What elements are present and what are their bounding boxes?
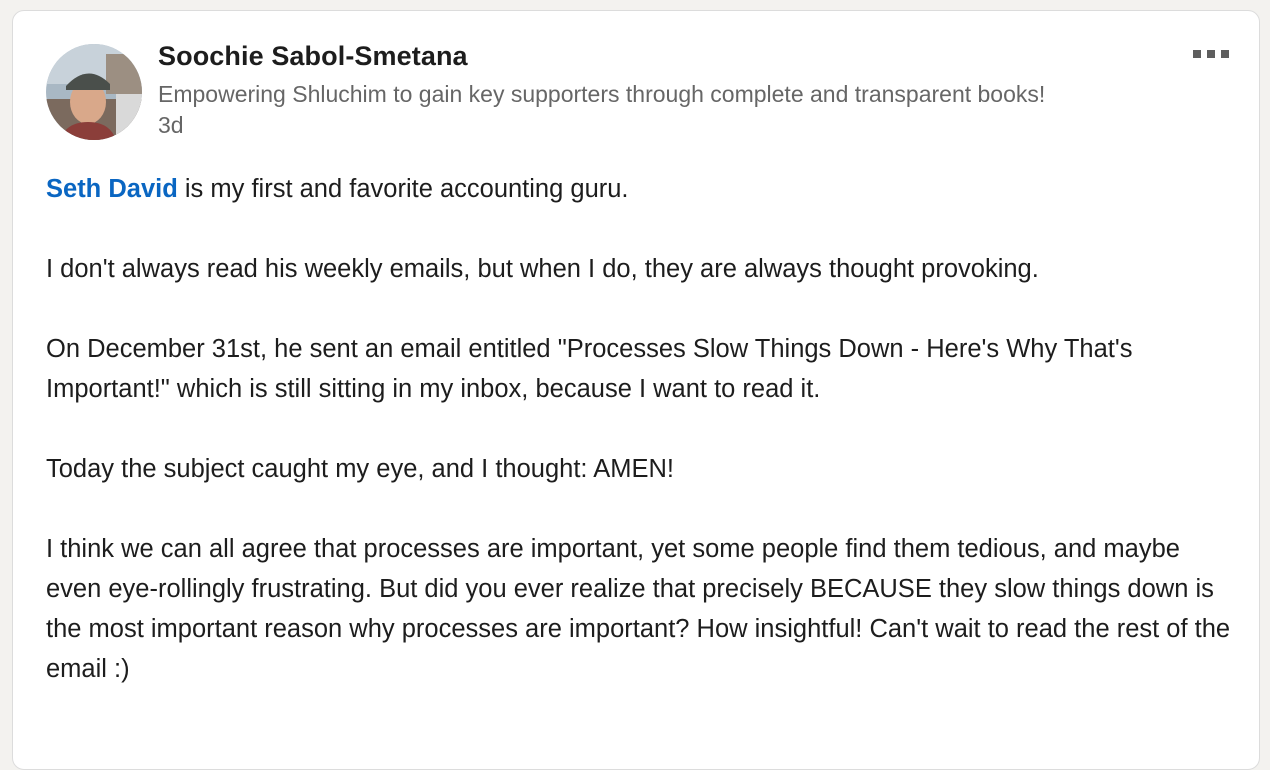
post-timestamp: 3d [158,112,184,138]
post-text: is my first and favorite accounting guru… [177,175,629,203]
post-paragraph: On December 31st, he sent an email entit… [46,335,1133,403]
post-card: Soochie Sabol-Smetana Empowering Shluchi… [12,10,1260,770]
post-paragraph: Today the subject caught my eye, and I t… [46,455,674,483]
mention-link[interactable]: Seth David [46,175,178,203]
author-headline: Empowering Shluchim to gain key supporte… [158,81,1046,107]
post-paragraph: I don't always read his weekly emails, b… [46,255,1039,283]
avatar-photo [46,44,142,140]
author-avatar[interactable] [46,44,142,140]
more-options-icon [1221,50,1229,58]
post-paragraph: I think we can all agree that processes … [46,535,1231,683]
more-options-button[interactable] [1185,41,1237,67]
more-options-icon [1207,50,1215,58]
post-paragraph: Seth David is my first and favorite acco… [46,169,1236,209]
post-body: Seth David is my first and favorite acco… [46,169,1236,729]
more-options-icon [1193,50,1201,58]
author-name[interactable]: Soochie Sabol-Smetana [158,41,468,72]
